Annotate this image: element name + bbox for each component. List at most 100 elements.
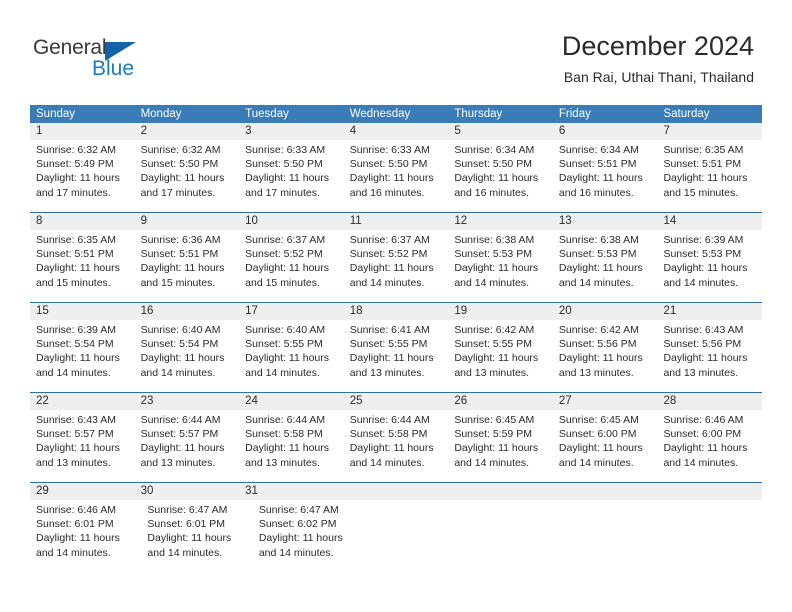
daylight-text: Daylight: 11 hours and 13 minutes. <box>454 352 539 379</box>
daylight-text: Daylight: 11 hours and 16 minutes. <box>349 172 434 199</box>
sunset-text: Sunset: 5:50 PM <box>245 158 323 171</box>
day-number[interactable]: 5 <box>448 123 553 140</box>
weekday-header-row: Sunday Monday Tuesday Wednesday Thursday… <box>30 105 762 123</box>
sunrise-text: Sunrise: 6:36 AM <box>140 234 221 246</box>
day-number[interactable]: 20 <box>553 303 658 320</box>
sunrise-text: Sunrise: 6:38 AM <box>558 234 639 246</box>
daylight-text: Daylight: 11 hours and 14 minutes. <box>147 532 232 559</box>
sunrise-text: Sunrise: 6:40 AM <box>140 324 221 336</box>
day-cell: Sunrise: 6:34 AM Sunset: 5:50 PM Dayligh… <box>448 140 553 212</box>
sunrise-text: Sunrise: 6:46 AM <box>36 504 116 516</box>
day-number[interactable]: 9 <box>135 213 240 230</box>
day-number[interactable]: 7 <box>657 123 762 140</box>
day-number[interactable]: 16 <box>135 303 240 320</box>
daylight-text: Daylight: 11 hours and 17 minutes. <box>140 172 225 199</box>
day-number[interactable]: 30 <box>135 483 240 500</box>
title-block: December 2024 Ban Rai, Uthai Thani, Thai… <box>562 30 754 86</box>
sunset-text: Sunset: 6:01 PM <box>147 518 226 531</box>
day-number[interactable]: 13 <box>553 213 658 230</box>
sunrise-text: Sunrise: 6:32 AM <box>140 144 221 156</box>
day-number[interactable]: 17 <box>239 303 344 320</box>
daylight-text: Daylight: 11 hours and 16 minutes. <box>558 172 643 199</box>
day-cell: Sunrise: 6:44 AM Sunset: 5:58 PM Dayligh… <box>344 410 449 482</box>
day-cell: Sunrise: 6:33 AM Sunset: 5:50 PM Dayligh… <box>344 140 449 212</box>
day-detail-row: Sunrise: 6:43 AM Sunset: 5:57 PM Dayligh… <box>30 410 762 482</box>
sunrise-text: Sunrise: 6:40 AM <box>245 324 326 336</box>
day-number[interactable]: 4 <box>344 123 449 140</box>
day-number[interactable]: 19 <box>448 303 553 320</box>
sunrise-text: Sunrise: 6:42 AM <box>558 324 639 336</box>
sunset-text: Sunset: 5:54 PM <box>140 338 219 351</box>
day-cell: Sunrise: 6:34 AM Sunset: 5:51 PM Dayligh… <box>553 140 658 212</box>
sunrise-text: Sunrise: 6:42 AM <box>454 324 535 336</box>
day-cell: Sunrise: 6:33 AM Sunset: 5:50 PM Dayligh… <box>239 140 344 212</box>
day-number-row: 15 16 17 18 19 20 21 <box>30 303 762 320</box>
day-number[interactable]: 24 <box>239 393 344 410</box>
sunset-text: Sunset: 5:50 PM <box>349 158 428 171</box>
sunrise-text: Sunrise: 6:47 AM <box>147 504 228 516</box>
day-cell-empty <box>364 500 463 572</box>
day-number[interactable]: 11 <box>344 213 449 230</box>
daylight-text: Daylight: 11 hours and 15 minutes. <box>245 262 330 289</box>
daylight-text: Daylight: 11 hours and 13 minutes. <box>36 442 120 469</box>
daylight-text: Daylight: 11 hours and 14 minutes. <box>36 352 120 379</box>
day-number[interactable]: 25 <box>344 393 449 410</box>
day-number[interactable]: 21 <box>657 303 762 320</box>
day-number[interactable]: 18 <box>344 303 449 320</box>
sunrise-text: Sunrise: 6:34 AM <box>454 144 535 156</box>
day-cell: Sunrise: 6:47 AM Sunset: 6:01 PM Dayligh… <box>141 500 252 572</box>
sunrise-text: Sunrise: 6:41 AM <box>349 324 430 336</box>
day-number[interactable]: 10 <box>239 213 344 230</box>
day-number[interactable]: 3 <box>239 123 344 140</box>
day-number[interactable]: 12 <box>448 213 553 230</box>
sunrise-text: Sunrise: 6:35 AM <box>663 144 744 156</box>
sunset-text: Sunset: 5:51 PM <box>558 158 637 171</box>
sunset-text: Sunset: 5:53 PM <box>558 248 637 261</box>
weekday-header-friday: Friday <box>558 108 591 120</box>
day-number[interactable]: 27 <box>553 393 658 410</box>
sunset-text: Sunset: 5:52 PM <box>349 248 428 261</box>
day-number[interactable]: 29 <box>30 483 135 500</box>
day-number[interactable]: 31 <box>239 483 344 500</box>
day-number[interactable]: 23 <box>135 393 240 410</box>
day-number[interactable]: 28 <box>657 393 762 410</box>
calendar-week-row: 22 23 24 25 26 27 28 Sunrise: 6:43 AM Su… <box>30 392 762 482</box>
sunset-text: Sunset: 5:56 PM <box>558 338 637 351</box>
day-cell: Sunrise: 6:46 AM Sunset: 6:00 PM Dayligh… <box>657 410 762 482</box>
day-number[interactable]: 2 <box>135 123 240 140</box>
daylight-text: Daylight: 11 hours and 17 minutes. <box>245 172 330 199</box>
sunset-text: Sunset: 6:02 PM <box>258 518 337 531</box>
general-blue-logo[interactable]: General Blue <box>33 36 233 86</box>
day-cell: Sunrise: 6:43 AM Sunset: 5:57 PM Dayligh… <box>30 410 135 482</box>
daylight-text: Daylight: 11 hours and 13 minutes. <box>663 352 748 379</box>
sunrise-text: Sunrise: 6:47 AM <box>258 504 339 516</box>
day-cell-empty <box>553 483 658 500</box>
day-number[interactable]: 15 <box>30 303 135 320</box>
page-title: December 2024 <box>561 31 754 61</box>
daylight-text: Daylight: 11 hours and 13 minutes. <box>245 442 330 469</box>
sunrise-text: Sunrise: 6:46 AM <box>663 414 744 426</box>
sunset-text: Sunset: 5:53 PM <box>454 248 532 261</box>
calendar-week-row: 15 16 17 18 19 20 21 Sunrise: 6:39 AM Su… <box>30 302 762 392</box>
day-number[interactable]: 26 <box>448 393 553 410</box>
daylight-text: Daylight: 11 hours and 16 minutes. <box>454 172 539 199</box>
day-cell: Sunrise: 6:36 AM Sunset: 5:51 PM Dayligh… <box>135 230 240 302</box>
day-number[interactable]: 6 <box>553 123 658 140</box>
daylight-text: Daylight: 11 hours and 14 minutes. <box>245 352 330 379</box>
sunset-text: Sunset: 5:52 PM <box>245 248 323 261</box>
daylight-text: Daylight: 11 hours and 14 minutes. <box>454 442 539 469</box>
sunrise-text: Sunrise: 6:33 AM <box>245 144 326 156</box>
day-number[interactable]: 22 <box>30 393 135 410</box>
day-number[interactable]: 14 <box>657 213 762 230</box>
sunrise-text: Sunrise: 6:37 AM <box>349 234 430 246</box>
sunset-text: Sunset: 5:58 PM <box>245 428 323 441</box>
calendar-week-row: 29 30 31 Sunrise: 6:46 AM Sunset: 6:01 P… <box>30 482 762 572</box>
day-cell: Sunrise: 6:45 AM Sunset: 6:00 PM Dayligh… <box>553 410 658 482</box>
sunrise-text: Sunrise: 6:37 AM <box>245 234 326 246</box>
day-number[interactable]: 1 <box>30 123 135 140</box>
day-cell: Sunrise: 6:40 AM Sunset: 5:54 PM Dayligh… <box>135 320 240 392</box>
sunrise-text: Sunrise: 6:44 AM <box>349 414 430 426</box>
day-number[interactable]: 8 <box>30 213 135 230</box>
daylight-text: Daylight: 11 hours and 14 minutes. <box>258 532 343 559</box>
weekday-header-thursday: Thursday <box>454 108 503 120</box>
